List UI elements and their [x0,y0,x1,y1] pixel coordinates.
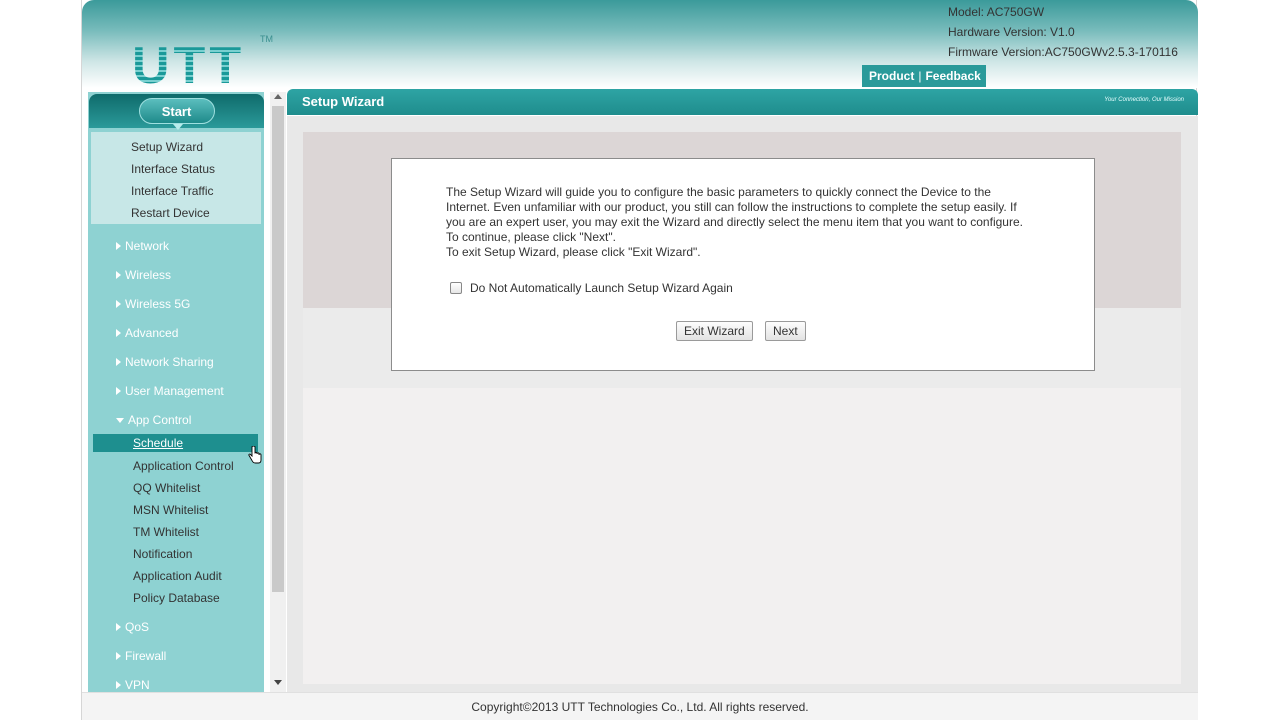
menu-label: VPN [125,678,150,692]
expand-arrow-icon [116,271,121,279]
copyright-text: Copyright©2013 UTT Technologies Co., Ltd… [471,700,809,714]
sidebar-scrollbar[interactable] [270,92,286,692]
link-separator: | [918,69,922,83]
expand-arrow-icon [116,358,121,366]
page-title: Setup Wizard [302,94,385,109]
menu-label: Wireless 5G [125,297,191,311]
feedback-link[interactable]: Feedback [925,69,980,83]
menu-item-vpn[interactable]: VPN [116,678,150,692]
firmware-version-text: Firmware Version:AC750GWv2.5.3-170116 [948,45,1178,59]
scroll-up-arrow-icon[interactable] [274,94,282,99]
sub-item-policy-database[interactable]: Policy Database [133,591,220,605]
menu-item-network-sharing[interactable]: Network Sharing [116,355,214,369]
page-footer: Copyright©2013 UTT Technologies Co., Ltd… [82,692,1198,720]
menu-item-app-control[interactable]: App Control [116,413,191,427]
model-text: Model: AC750GW [948,5,1045,19]
quick-item-interface-traffic[interactable]: Interface Traffic [131,184,213,198]
device-info: Model: AC750GW Hardware Version: V1.0 Fi… [948,2,1178,62]
menu-item-firewall[interactable]: Firewall [116,649,166,663]
menu-item-advanced[interactable]: Advanced [116,326,178,340]
start-header: Start [89,94,264,130]
sub-item-qq-whitelist[interactable]: QQ Whitelist [133,481,200,495]
router-admin-page: UTT TM Model: AC750GW Hardware Version: … [81,0,1198,720]
menu-item-qos[interactable]: QoS [116,620,149,634]
menu-label: Firewall [125,649,167,663]
sub-item-application-control[interactable]: Application Control [133,459,234,473]
start-button[interactable]: Start [138,98,215,130]
quick-item-restart-device[interactable]: Restart Device [131,206,210,220]
utt-logo: UTT [132,36,245,96]
wizard-text-line: you are an expert user, you may exit the… [446,215,1023,229]
dont-launch-checkbox-row[interactable]: Do Not Automatically Launch Setup Wizard… [450,281,733,295]
menu-item-wireless-5g[interactable]: Wireless 5G [116,297,190,311]
quick-item-interface-status[interactable]: Interface Status [131,162,215,176]
logo-trademark: TM [260,34,273,44]
quick-item-setup-wizard[interactable]: Setup Wizard [131,140,203,154]
menu-label: Advanced [125,326,179,340]
hand-cursor-icon [248,446,262,464]
expand-arrow-icon [116,681,121,689]
sub-item-schedule[interactable]: Schedule [133,436,183,450]
expand-arrow-icon [116,652,121,660]
wizard-text-line: To exit Setup Wizard, please click "Exit… [446,245,701,259]
expand-arrow-icon [116,242,121,250]
menu-label: Network [125,239,170,253]
menu-item-user-management[interactable]: User Management [116,384,224,398]
menu-label: User Management [125,384,224,398]
sub-item-notification[interactable]: Notification [133,547,192,561]
hardware-version-text: Hardware Version: V1.0 [948,25,1075,39]
expand-arrow-icon [116,387,121,395]
dont-launch-label: Do Not Automatically Launch Setup Wizard… [470,281,733,295]
sub-item-tm-whitelist[interactable]: TM Whitelist [133,525,199,539]
page-header: UTT TM Model: AC750GW Hardware Version: … [82,0,1198,95]
menu-item-network[interactable]: Network [116,239,169,253]
content-header: Setup Wizard Your Connection, Our Missio… [287,89,1198,115]
scrollbar-thumb[interactable] [272,106,284,592]
wizard-text-line: Internet. Even unfamiliar with our produ… [446,200,1017,214]
setup-wizard-dialog: The Setup Wizard will guide you to confi… [391,158,1095,371]
menu-label: QoS [125,620,150,634]
product-link[interactable]: Product [869,69,914,83]
product-feedback-bar: Product | Feedback [862,65,986,87]
wizard-text-line: To continue, please click "Next". [446,230,616,244]
sub-item-application-audit[interactable]: Application Audit [133,569,222,583]
wizard-text-line: The Setup Wizard will guide you to confi… [446,185,991,199]
collapse-arrow-icon [116,417,124,423]
wizard-description: The Setup Wizard will guide you to confi… [446,185,1046,260]
scroll-down-arrow-icon[interactable] [274,680,282,685]
sidebar-menu: Start Setup Wizard Interface Status Inte… [88,92,264,692]
sub-item-msn-whitelist[interactable]: MSN Whitelist [133,503,208,517]
menu-label: Wireless [125,268,172,282]
expand-arrow-icon [116,623,121,631]
next-button[interactable]: Next [765,321,806,341]
exit-wizard-button[interactable]: Exit Wizard [676,321,753,341]
menu-item-wireless[interactable]: Wireless [116,268,171,282]
expand-arrow-icon [116,329,121,337]
menu-label: Network Sharing [125,355,214,369]
dont-launch-checkbox[interactable] [450,282,462,294]
menu-label: App Control [128,413,192,427]
tagline: Your Connection, Our Mission [1104,97,1184,103]
expand-arrow-icon [116,300,121,308]
logo-text: UTT [132,37,246,95]
